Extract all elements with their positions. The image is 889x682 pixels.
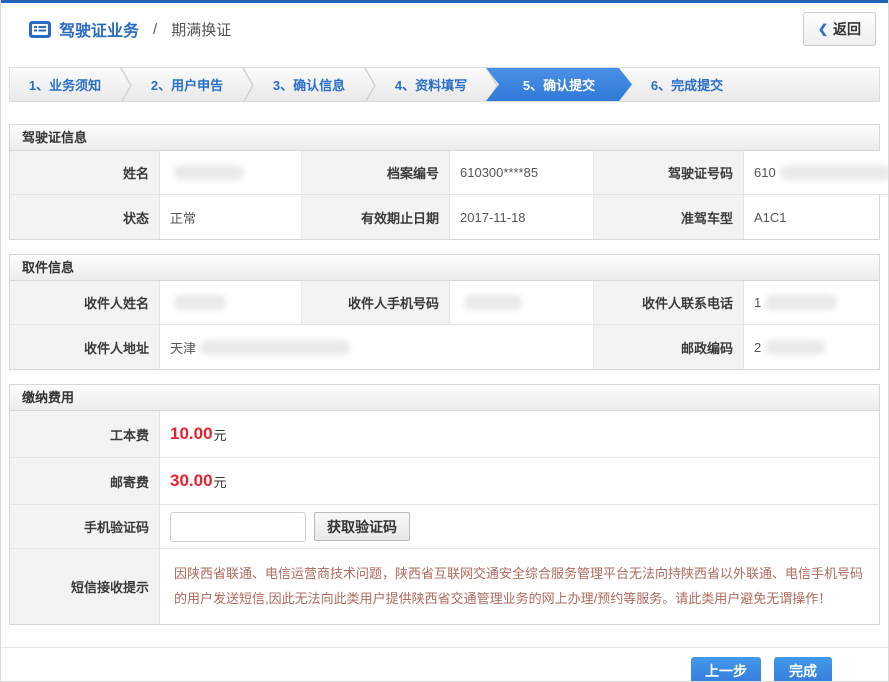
redacted-value — [174, 295, 226, 310]
breadcrumb: 驾驶证业务 / 期满换证 — [29, 17, 231, 41]
step-1-business-notice[interactable]: 1、业务须知 — [10, 68, 120, 101]
step-separator — [120, 68, 132, 102]
list-icon — [29, 21, 51, 38]
previous-step-button[interactable]: 上一步 — [691, 657, 761, 682]
step-wizard: 1、业务须知 2、用户申告 3、确认信息 4、资料填写 5、确认提交 6、完成提… — [9, 67, 880, 102]
section-pickup-info: 取件信息 收件人姓名 收件人手机号码 收件人联系电话 1 收件人地址 天津 邮政… — [9, 254, 880, 370]
vehicle-class-label: 准驾车型 — [594, 195, 744, 239]
license-no-value: 610 — [744, 151, 889, 195]
back-button[interactable]: ❮ 返回 — [803, 12, 876, 46]
redacted-value — [174, 165, 244, 180]
redacted-value — [200, 340, 350, 355]
footer-actions: 上一步 完成 — [1, 647, 888, 682]
production-fee-value: 10.00元 — [160, 411, 879, 458]
recipient-address-value: 天津 — [160, 325, 594, 369]
expiry-value: 2017-11-18 — [450, 195, 594, 239]
recipient-mobile-value — [450, 281, 594, 325]
status-value: 正常 — [160, 195, 302, 239]
vehicle-class-value: A1C1 — [744, 195, 879, 239]
sms-notice-text: 因陕西省联通、电信运营商技术问题，陕西省互联网交通安全综合服务管理平台无法向持陕… — [170, 553, 869, 620]
section-fees: 缴纳费用 工本费 10.00元 邮寄费 30.00元 手机验证码 获取验证码 短… — [9, 384, 880, 625]
sms-notice-cell: 因陕西省联通、电信运营商技术问题，陕西省互联网交通安全综合服务管理平台无法向持陕… — [160, 549, 879, 624]
status-label: 状态 — [10, 195, 160, 239]
expiry-label: 有效期止日期 — [302, 195, 450, 239]
step-separator — [242, 68, 254, 102]
step-separator — [364, 68, 376, 102]
step-6-complete-submit[interactable]: 6、完成提交 — [632, 68, 742, 101]
page-title: 驾驶证业务 — [59, 17, 139, 41]
recipient-phone-value: 1 — [744, 281, 879, 325]
redacted-value — [464, 295, 522, 310]
page-subtitle: 期满换证 — [171, 19, 231, 40]
name-value — [160, 151, 302, 195]
production-fee-amount: 10.00 — [170, 424, 213, 444]
sms-notice-label: 短信接收提示 — [10, 549, 160, 624]
recipient-address-label: 收件人地址 — [10, 325, 160, 369]
chevron-left-icon: ❮ — [818, 22, 828, 36]
fee-unit: 元 — [214, 472, 227, 491]
recipient-mobile-label: 收件人手机号码 — [302, 281, 450, 325]
get-sms-code-button[interactable]: 获取验证码 — [314, 512, 410, 541]
step-5-confirm-submit[interactable]: 5、确认提交 — [486, 68, 632, 101]
breadcrumb-divider: / — [153, 21, 157, 38]
section-pickup-title: 取件信息 — [10, 255, 879, 281]
step-2-user-declaration[interactable]: 2、用户申告 — [132, 68, 242, 101]
file-no-value: 610300****85 — [450, 151, 594, 195]
sms-code-label: 手机验证码 — [10, 505, 160, 549]
finish-button[interactable]: 完成 — [774, 657, 832, 682]
section-fees-title: 缴纳费用 — [10, 385, 879, 411]
sms-code-input[interactable] — [170, 512, 306, 542]
step-3-confirm-info[interactable]: 3、确认信息 — [254, 68, 364, 101]
step-4-fill-materials[interactable]: 4、资料填写 — [376, 68, 486, 101]
postcode-value: 2 — [744, 325, 879, 369]
production-fee-label: 工本费 — [10, 411, 160, 458]
redacted-value — [765, 295, 837, 310]
name-label: 姓名 — [10, 151, 160, 195]
recipient-name-label: 收件人姓名 — [10, 281, 160, 325]
redacted-value — [765, 340, 825, 355]
redacted-value — [780, 165, 889, 180]
postage-fee-amount: 30.00 — [170, 471, 213, 491]
back-button-label: 返回 — [833, 19, 861, 39]
section-license-info: 驾驶证信息 姓名 档案编号 610300****85 驾驶证号码 610 状态 … — [9, 124, 880, 240]
postage-fee-label: 邮寄费 — [10, 458, 160, 505]
postcode-label: 邮政编码 — [594, 325, 744, 369]
section-license-title: 驾驶证信息 — [10, 125, 879, 151]
license-no-label: 驾驶证号码 — [594, 151, 744, 195]
page: 驾驶证业务 / 期满换证 ❮ 返回 1、业务须知 2、用户申告 3、确认信息 4… — [0, 0, 889, 682]
recipient-name-value — [160, 281, 302, 325]
recipient-phone-label: 收件人联系电话 — [594, 281, 744, 325]
fee-unit: 元 — [214, 425, 227, 444]
postage-fee-value: 30.00元 — [160, 458, 879, 505]
file-no-label: 档案编号 — [302, 151, 450, 195]
page-header: 驾驶证业务 / 期满换证 ❮ 返回 — [1, 3, 888, 55]
sms-code-field-cell: 获取验证码 — [160, 505, 879, 549]
